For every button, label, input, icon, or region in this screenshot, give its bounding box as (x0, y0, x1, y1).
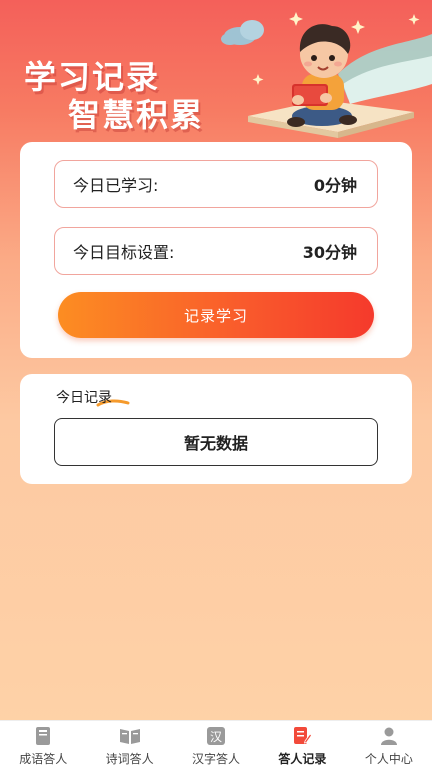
tab-profile[interactable]: 个人中心 (346, 721, 432, 768)
today-learned-row: 今日已学习: 0分钟 (54, 160, 378, 208)
record-edit-icon (291, 726, 313, 746)
empty-state-box: 暂无数据 (54, 418, 378, 466)
record-study-button[interactable]: 记录学习 (58, 292, 374, 338)
tab-idiom[interactable]: 成语答人 (0, 721, 86, 768)
cloud-icon (221, 20, 264, 45)
tab-hanzi[interactable]: 汉 汉字答人 (173, 721, 259, 768)
study-stats-card: 今日已学习: 0分钟 今日目标设置: 30分钟 记录学习 (20, 142, 412, 358)
person-icon (378, 726, 400, 746)
reading-child-illustration (221, 12, 432, 138)
empty-state-text: 暂无数据 (183, 434, 248, 453)
daily-goal-value: 30分钟 (302, 243, 357, 262)
tab-profile-label: 个人中心 (364, 752, 413, 766)
tab-poetry[interactable]: 诗词答人 (86, 721, 172, 768)
han-character-icon: 汉 (205, 726, 227, 746)
hero-banner: 学习记录 智慧积累 (0, 0, 432, 150)
tab-records[interactable]: 答人记录 (259, 721, 345, 768)
tab-hanzi-label: 汉字答人 (192, 752, 241, 766)
svg-text:汉: 汉 (210, 730, 222, 744)
today-record-title: 今日记录 (56, 390, 112, 406)
book-icon (32, 726, 54, 746)
tab-records-label: 答人记录 (278, 752, 327, 766)
tab-poetry-label: 诗词答人 (105, 752, 154, 766)
bottom-tab-bar: 成语答人 诗词答人 汉 汉字答人 答人记录 个人中心 (0, 720, 432, 768)
open-book-icon (119, 726, 141, 746)
tab-idiom-label: 成语答人 (19, 752, 68, 766)
today-learned-value: 0分钟 (313, 176, 357, 195)
today-learned-label: 今日已学习: (73, 176, 159, 195)
hero-title-line2: 智慧积累 (68, 96, 205, 134)
daily-goal-row[interactable]: 今日目标设置: 30分钟 (54, 227, 378, 275)
daily-goal-label: 今日目标设置: (73, 243, 175, 262)
today-record-card: 今日记录 暂无数据 (20, 374, 412, 484)
